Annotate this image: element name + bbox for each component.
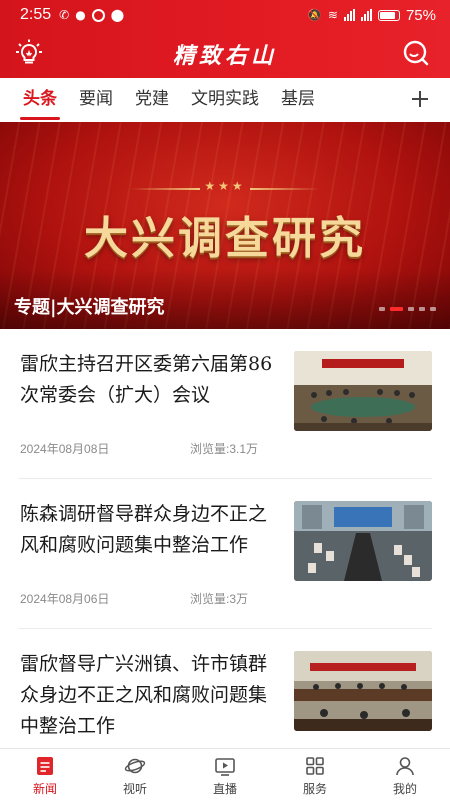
tab-item[interactable]: 基层 (270, 78, 326, 122)
nav-live[interactable]: 直播 (180, 749, 270, 800)
tab-item[interactable]: 文明实践 (180, 78, 270, 122)
news-thumbnail[interactable] (294, 351, 432, 431)
app-title: 精致右山 (172, 43, 277, 69)
news-date: 2024年08月06日 (20, 592, 110, 606)
news-views: 浏览量:3万 (190, 592, 249, 606)
tab-item[interactable]: 头条 (12, 78, 68, 122)
news-list: 雷欣主持召开区委第六届第86次常委会（扩大）会议 2024年08月08日 浏览量… (0, 329, 450, 779)
carousel-indicator (379, 307, 436, 311)
status-time: 2:55 (20, 6, 52, 23)
nav-profile[interactable]: 我的 (360, 749, 450, 800)
signal-icon (343, 9, 355, 21)
carousel-dot[interactable] (379, 307, 385, 311)
plus-icon[interactable] (406, 85, 434, 113)
banner-headline: 大兴调查研究 (84, 213, 366, 264)
location-icon: ⬤ (110, 8, 125, 22)
nav-media[interactable]: 视听 (90, 749, 180, 800)
top-bar: 2:55 ✆ ● ⬤ 🔕 ≋ 75% 精致右山 (0, 0, 450, 78)
category-tabs: 头条 要闻 党建 文明实践 基层 (0, 78, 450, 122)
carousel-dot[interactable] (419, 307, 425, 311)
news-item[interactable]: 雷欣主持召开区委第六届第86次常委会（扩大）会议 2024年08月08日 浏览量… (18, 329, 432, 479)
nav-services[interactable]: 服务 (270, 749, 360, 800)
news-item[interactable]: 陈森调研督导群众身边不正之风和腐败问题集中整治工作 2024年08月06日 浏览… (18, 479, 432, 629)
conference-photo (294, 501, 432, 581)
bottom-nav: 新闻 视听 直播 服务 我的 (0, 748, 450, 800)
battery-icon (377, 9, 400, 21)
user-icon (396, 757, 414, 776)
carousel-dot[interactable] (430, 307, 436, 311)
nav-label: 直播 (212, 782, 237, 796)
banner-carousel[interactable]: ★★★ 大兴调查研究 专题|大兴调查研究 (0, 122, 450, 329)
banner-stars: ★★★ (204, 179, 246, 193)
nav-news[interactable]: 新闻 (0, 749, 90, 800)
live-tv-icon (215, 758, 235, 776)
clock-icon (91, 8, 105, 22)
notification-icons: ✆ ● ⬤ (59, 8, 124, 22)
news-icon (37, 757, 53, 775)
news-title: 陈森调研督导群众身边不正之风和腐败问题集中整治工作 (20, 503, 268, 556)
planet-icon (124, 758, 146, 774)
tab-fade (380, 78, 400, 122)
meeting-photo (294, 651, 432, 731)
tab-item[interactable]: 要闻 (68, 78, 124, 122)
news-thumbnail[interactable] (294, 651, 432, 731)
battery-percent: 75% (405, 6, 436, 24)
nav-label: 我的 (392, 782, 417, 796)
chat-bubble-icon: ● (75, 8, 86, 22)
search-icon[interactable] (402, 39, 430, 67)
signal-2-icon (360, 9, 372, 21)
carousel-dot[interactable] (408, 307, 414, 311)
wifi-icon: ≋ (327, 8, 338, 22)
tab-item[interactable]: 党建 (124, 78, 180, 122)
tab-list: 头条 要闻 党建 文明实践 基层 (0, 78, 398, 122)
grid-icon (306, 757, 324, 775)
news-views: 浏览量:3.1万 (190, 442, 259, 456)
missed-call-icon: ✆ (59, 8, 70, 22)
system-icons: 🔕 ≋ 75% (307, 7, 436, 24)
news-date: 2024年08月08日 (20, 442, 110, 456)
mute-icon: 🔕 (306, 8, 322, 22)
status-bar: 2:55 ✆ ● ⬤ 🔕 ≋ 75% (0, 0, 450, 30)
meeting-photo (294, 351, 432, 431)
carousel-dot[interactable] (390, 307, 403, 311)
news-title: 雷欣主持召开区委第六届第86次常委会（扩大）会议 (20, 353, 273, 406)
news-title: 雷欣督导广兴洲镇、许市镇群众身边不正之风和腐败问题集中整治工作 (20, 653, 268, 737)
news-thumbnail[interactable] (294, 501, 432, 581)
banner-deco-right (250, 188, 320, 190)
nav-label: 服务 (302, 782, 327, 796)
app-header: 精致右山 (0, 30, 450, 78)
nav-label: 新闻 (32, 782, 57, 796)
banner-caption: 专题|大兴调查研究 (14, 297, 165, 318)
nav-label: 视听 (122, 782, 147, 796)
